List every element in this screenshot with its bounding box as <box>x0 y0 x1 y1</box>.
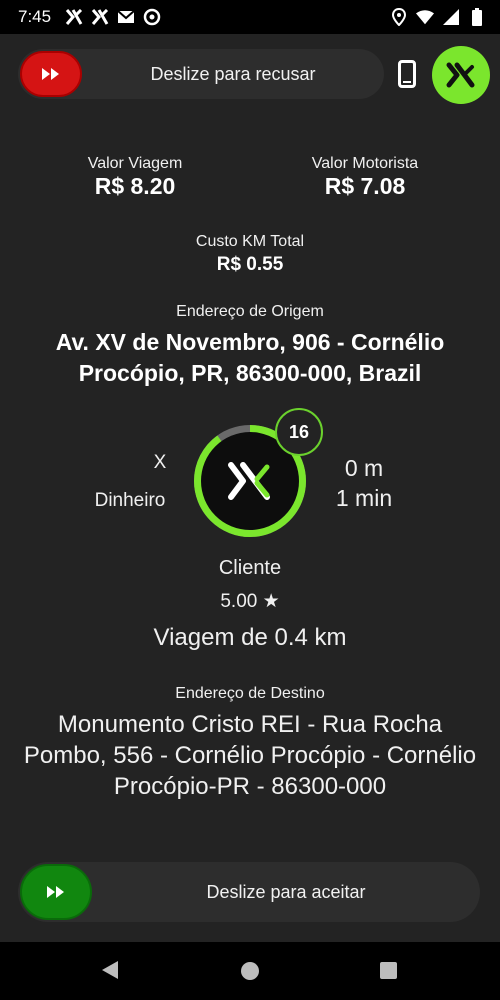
accept-slider[interactable]: Deslize para aceitar <box>18 862 480 922</box>
trip-value: R$ 8.20 <box>94 173 176 199</box>
client-rating: 5.00 ★ <box>220 591 280 612</box>
back-icon[interactable] <box>100 960 120 980</box>
accept-slider-handle[interactable] <box>20 864 92 920</box>
pickup-distance: 0 m <box>344 455 384 481</box>
phone-icon <box>398 60 416 88</box>
trip-value-block: Valor Viagem R$ 8.20 <box>40 155 230 200</box>
trip-distance: Viagem de 0.4 km <box>153 624 347 651</box>
trip-value-label: Valor Viagem <box>87 155 183 172</box>
destination-label: Endereço de Destino <box>175 685 325 702</box>
top-bar: Deslize para recusar <box>18 46 490 104</box>
km-cost-label: Custo KM Total <box>195 233 305 250</box>
km-cost-block: Custo KM Total R$ 0.55 <box>0 233 500 276</box>
brand-notification-icon <box>65 8 83 26</box>
origin-label: Endereço de Origem <box>176 303 324 320</box>
fast-forward-icon <box>47 886 64 898</box>
countdown-badge: 16 <box>275 408 323 456</box>
driver-value-label: Valor Motorista <box>311 155 419 172</box>
brand-logo-button[interactable] <box>432 46 490 104</box>
home-icon[interactable] <box>241 962 259 980</box>
status-right-icons <box>390 8 486 26</box>
pickup-eta: 1 min <box>335 485 393 511</box>
location-icon <box>390 8 408 26</box>
driver-value-block: Valor Motorista R$ 7.08 <box>270 155 460 200</box>
fast-forward-icon <box>42 68 59 80</box>
bottom-bar: Deslize para aceitar <box>18 862 480 922</box>
battery-icon <box>468 8 486 26</box>
brand-notification-icon <box>91 8 109 26</box>
phone-button[interactable] <box>396 58 418 90</box>
accept-label: Deslize para aceitar <box>206 881 366 902</box>
status-left-icons <box>65 8 161 26</box>
decline-slider[interactable]: Deslize para recusar <box>18 49 384 99</box>
payment-method: Dinheiro <box>94 490 166 511</box>
status-time: 7:45 <box>18 7 52 26</box>
client-label: Cliente <box>218 557 282 579</box>
signal-icon <box>442 8 460 26</box>
destination-address: Monumento Cristo REI - Rua Rocha Pombo, … <box>23 711 477 800</box>
brand-logo-icon <box>228 462 270 500</box>
origin-address: Av. XV de Novembro, 906 - Cornélio Procó… <box>55 329 445 386</box>
vpn-icon <box>143 8 161 26</box>
decline-label: Deslize para recusar <box>150 63 316 84</box>
wifi-icon <box>416 8 434 26</box>
km-cost-value: R$ 0.55 <box>216 254 284 275</box>
decline-slider-handle[interactable] <box>20 51 82 97</box>
status-bar: 7:45 <box>0 0 500 34</box>
recents-icon[interactable] <box>380 962 397 979</box>
gmail-icon <box>117 8 135 26</box>
navigation-bar <box>0 942 500 1000</box>
brand-logo-icon <box>446 62 475 88</box>
driver-value: R$ 7.08 <box>324 173 406 199</box>
